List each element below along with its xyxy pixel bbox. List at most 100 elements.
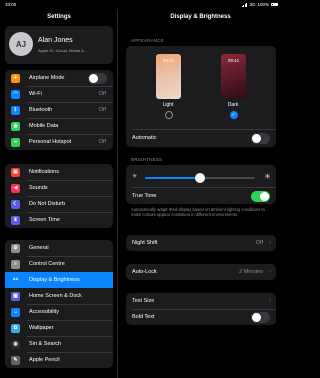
auto-lock-label: Auto-Lock (132, 269, 157, 275)
true-tone-description: Automatically adapt iPad display based o… (131, 207, 265, 218)
detail-title: Display & Brightness (170, 14, 231, 20)
sidebar-item-label: Mobile Data (29, 123, 59, 129)
automatic-toggle[interactable] (251, 133, 270, 144)
general-group: ⚙ General ≡ Control Centre AA Display & Brigh… (5, 240, 113, 368)
chevron-right-icon: › (269, 297, 271, 304)
sidebar-item-display-and-brightness[interactable]: AA Display & Brightness (5, 272, 113, 288)
sidebar-item-value: Off (98, 91, 106, 97)
sidebar-item-apple-pencil[interactable]: ✎ Apple Pencil (5, 352, 113, 368)
sidebar-item-label: Control Centre (29, 261, 65, 267)
sidebar-item-label: Personal Hotspot (29, 139, 72, 145)
wifi-icon: ◠ (11, 89, 20, 99)
dark-label: Dark (227, 102, 239, 108)
antenna-icon: ◉ (11, 121, 20, 131)
brightness-card: ☀ ☀ True Tone (126, 165, 276, 204)
night-shift-row[interactable]: Night Shift Off › (126, 235, 276, 251)
text-card: Text Size › Bold Text (126, 293, 276, 325)
text-size-label: Text Size (132, 298, 155, 304)
sidebar-item-label: Do Not Disturb (29, 201, 66, 207)
sidebar-item-label: Home Screen & Dock (29, 293, 82, 299)
true-tone-label: True Tone (132, 193, 157, 199)
sidebar-item-home-screen-and-dock[interactable]: ▦ Home Screen & Dock (5, 288, 113, 304)
auto-lock-row[interactable]: Auto-Lock 2 Minutes › (126, 264, 276, 280)
status-bar: 10:00 3G 100% (0, 0, 283, 9)
carrier-label: 3G (249, 2, 256, 7)
apple-id-profile[interactable]: AJ Alan Jones Apple ID, iCloud, Media &.… (5, 26, 113, 64)
sidebar-item-control-centre[interactable]: ≡ Control Centre (5, 256, 113, 272)
profile-name: Alan Jones (38, 37, 73, 44)
sidebar-item-wallpaper[interactable]: ✿ Wallpaper (5, 320, 113, 336)
sidebar-item-siri-and-search[interactable]: ◍ Siri & Search (5, 336, 113, 352)
chevron-right-icon: › (269, 239, 271, 246)
bold-text-toggle[interactable] (251, 312, 270, 323)
chevron-right-icon: › (269, 268, 271, 275)
gear-icon: ⚙ (11, 243, 20, 253)
appearance-card: 09:41 09:41 Light Dark ✓ Automatic (126, 46, 276, 147)
sidebar-item-accessibility[interactable]: ☺ Accessibility (5, 304, 113, 320)
profile-subtitle: Apple ID, iCloud, Media &... (38, 48, 88, 53)
sidebar-item-screen-time[interactable]: ⧗ Screen Time (5, 212, 113, 228)
night-shift-label: Night Shift (132, 240, 158, 246)
sidebar-item-label: Screen Time (29, 217, 60, 223)
light-preview-clock: 09:41 (162, 58, 175, 63)
sidebar-item-label: Apple Pencil (29, 357, 60, 363)
true-tone-row[interactable]: True Tone (126, 188, 276, 204)
avatar: AJ (9, 32, 33, 56)
brightness-slider[interactable] (145, 173, 255, 183)
sidebar-item-mobile-data[interactable]: ◉ Mobile Data (5, 118, 113, 134)
text-size-icon: AA (11, 275, 20, 285)
sidebar-item-wi-fi[interactable]: ◠ Wi-Fi Off (5, 86, 113, 102)
sidebar-item-notifications[interactable]: ▣ Notifications (5, 164, 113, 180)
automatic-row[interactable]: Automatic (126, 130, 276, 146)
display-brightness-pane: Display & Brightness APPEARANCE 09:41 09… (118, 9, 283, 378)
dark-radio[interactable]: ✓ (229, 111, 238, 119)
light-radio[interactable] (164, 111, 173, 119)
true-tone-toggle[interactable] (251, 191, 270, 202)
sidebar-title: Settings (47, 14, 71, 20)
sidebar-item-label: Sounds (29, 185, 48, 191)
sidebar-item-label: Bluetooth (29, 107, 53, 113)
sidebar-item-bluetooth[interactable]: ᛒ Bluetooth Off (5, 102, 113, 118)
sidebar-item-label: Airplane Mode (29, 75, 65, 81)
light-mode-preview[interactable]: 09:41 (156, 54, 181, 99)
airplane-mode-toggle[interactable] (88, 72, 107, 84)
night-shift-value: Off (255, 240, 263, 246)
battery-percent: 100% (257, 2, 269, 7)
sidebar-item-label: Siri & Search (29, 341, 62, 347)
accessibility-icon: ☺ (11, 307, 20, 317)
sidebar-item-label: Display & Brightness (29, 277, 80, 283)
status-time: 10:00 (5, 2, 17, 7)
siri-icon: ◍ (11, 339, 20, 349)
moon-icon: ☾ (11, 199, 20, 209)
connectivity-group: ✈ Airplane Mode ◠ Wi-Fi Off ᛒ Bluetooth Off ◉ Mob… (5, 70, 113, 150)
sidebar-item-sounds[interactable]: ◀ Sounds (5, 180, 113, 196)
bold-text-row[interactable]: Bold Text (126, 309, 276, 325)
hourglass-icon: ⧗ (11, 215, 20, 225)
text-size-row[interactable]: Text Size › (126, 293, 276, 309)
light-label: Light (162, 102, 174, 108)
sidebar-item-airplane-mode[interactable]: ✈ Airplane Mode (5, 70, 113, 86)
settings-sidebar: Settings AJ Alan Jones Apple ID, iCloud,… (0, 9, 118, 378)
sidebar-item-personal-hotspot[interactable]: ∞ Personal Hotspot Off (5, 134, 113, 150)
brightness-header: BRIGHTNESS (131, 157, 163, 162)
sidebar-item-value: Off (98, 107, 106, 113)
auto-lock-value: 2 Minutes (239, 269, 263, 275)
sidebar-item-general[interactable]: ⚙ General (5, 240, 113, 256)
bluetooth-icon: ᛒ (11, 105, 20, 115)
automatic-label: Automatic (132, 135, 157, 141)
grid-icon: ▦ (11, 291, 20, 301)
signal-icon (241, 2, 248, 7)
flower-icon: ✿ (11, 323, 20, 333)
auto-lock-card: Auto-Lock 2 Minutes › (126, 264, 276, 280)
dark-mode-preview[interactable]: 09:41 (221, 54, 246, 99)
brightness-slider-knob[interactable] (195, 173, 205, 183)
sidebar-item-value: Off (98, 139, 106, 145)
notifications-group: ▣ Notifications ◀ Sounds ☾ Do Not Disturb ⧗ Scr… (5, 164, 113, 228)
sidebar-item-label: General (29, 245, 49, 251)
sidebar-item-do-not-disturb[interactable]: ☾ Do Not Disturb (5, 196, 113, 212)
bold-text-label: Bold Text (132, 314, 155, 320)
speaker-icon: ◀ (11, 183, 20, 193)
sidebar-item-label: Wallpaper (29, 325, 54, 331)
sidebar-item-label: Accessibility (29, 309, 59, 315)
sidebar-item-label: Wi-Fi (29, 91, 42, 97)
